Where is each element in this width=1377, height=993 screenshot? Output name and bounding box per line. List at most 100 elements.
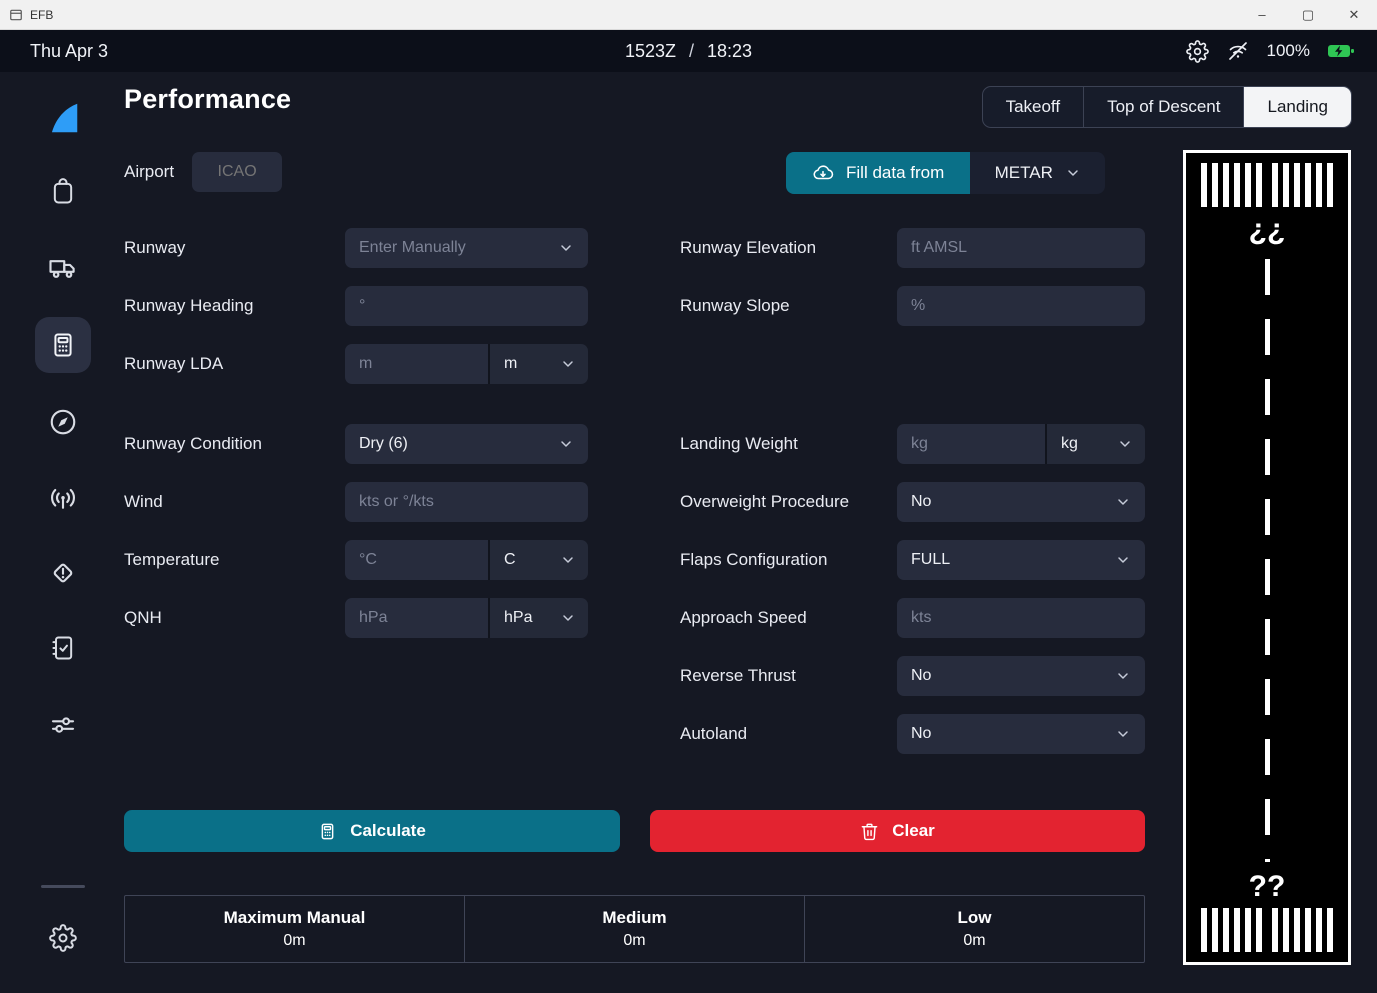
sidebar-item-comms[interactable] — [35, 471, 91, 527]
runway-lda-label: Runway LDA — [124, 354, 345, 374]
chevron-down-icon — [560, 356, 576, 372]
runway-number-far: ¿¿ — [1186, 215, 1348, 245]
chevron-down-icon — [560, 552, 576, 568]
overweight-procedure-dropdown[interactable]: No — [897, 482, 1145, 522]
sidebar-item-dispatch[interactable] — [35, 164, 91, 220]
sidebar-item-checklists[interactable] — [35, 620, 91, 676]
landing-weight-unit-value: kg — [1061, 435, 1078, 453]
approach-speed-input[interactable] — [897, 598, 1145, 638]
clear-button[interactable]: Clear — [650, 810, 1145, 852]
sidebar-item-presets[interactable] — [35, 697, 91, 753]
flaps-configuration-dropdown[interactable]: FULL — [897, 540, 1145, 580]
calculate-label: Calculate — [350, 821, 426, 841]
airport-icao-input[interactable] — [192, 152, 282, 192]
runway-condition-dropdown[interactable]: Dry (6) — [345, 424, 588, 464]
result-label: Low — [958, 908, 992, 928]
tab-top-of-descent[interactable]: Top of Descent — [1083, 87, 1243, 127]
reverse-thrust-value: No — [911, 667, 931, 685]
landing-weight-unit-dropdown[interactable]: kg — [1045, 424, 1145, 464]
runway-value: Enter Manually — [359, 239, 466, 257]
chevron-down-icon — [560, 610, 576, 626]
runway-graphic: ¿¿ ?? — [1183, 150, 1351, 965]
runway-heading-label: Runway Heading — [124, 296, 345, 316]
chevron-down-icon — [1065, 165, 1081, 181]
runway-threshold-stripes-top — [1186, 153, 1348, 207]
tab-takeoff[interactable]: Takeoff — [983, 87, 1084, 127]
chevron-down-icon — [558, 436, 574, 452]
app-icon — [9, 8, 23, 22]
autoland-dropdown[interactable]: No — [897, 714, 1145, 754]
status-clock: 1523Z / 18:23 — [625, 41, 752, 62]
chevron-down-icon — [1115, 726, 1131, 742]
chevron-down-icon — [1115, 552, 1131, 568]
qnh-unit-value: hPa — [504, 609, 532, 627]
window-title: EFB — [30, 8, 53, 22]
fill-source-dropdown[interactable]: METAR — [970, 152, 1105, 194]
fill-data-button[interactable]: Fill data from — [786, 152, 970, 194]
chevron-down-icon — [1115, 668, 1131, 684]
runway-threshold-stripes-bottom — [1186, 908, 1348, 962]
flaps-configuration-label: Flaps Configuration — [680, 550, 897, 570]
fill-source-value: METAR — [995, 163, 1053, 183]
chevron-down-icon — [1117, 436, 1133, 452]
runway-heading-input[interactable] — [345, 286, 588, 326]
page-title: Performance — [124, 84, 291, 115]
tab-landing[interactable]: Landing — [1243, 87, 1351, 127]
sidebar-item-settings[interactable] — [35, 910, 91, 966]
result-value: 0m — [283, 932, 305, 950]
calculator-icon — [318, 822, 337, 841]
battery-charging-icon — [1327, 41, 1355, 61]
minimize-button[interactable]: – — [1239, 0, 1285, 29]
battery-percentage: 100% — [1267, 41, 1310, 61]
wifi-off-icon[interactable] — [1226, 39, 1250, 63]
overweight-procedure-value: No — [911, 493, 931, 511]
sidebar-item-performance[interactable] — [35, 317, 91, 373]
temperature-input[interactable] — [345, 540, 488, 580]
landing-weight-label: Landing Weight — [680, 434, 897, 454]
result-medium: Medium 0m — [464, 896, 804, 962]
flaps-configuration-value: FULL — [911, 551, 950, 569]
airport-label: Airport — [124, 162, 174, 182]
qnh-label: QNH — [124, 608, 345, 628]
result-label: Maximum Manual — [224, 908, 366, 928]
clear-label: Clear — [892, 821, 935, 841]
results-table: Maximum Manual 0m Medium 0m Low 0m — [124, 895, 1145, 963]
os-titlebar: EFB – ▢ ✕ — [0, 0, 1377, 30]
qnh-input[interactable] — [345, 598, 488, 638]
calculate-button[interactable]: Calculate — [124, 810, 620, 852]
runway-condition-label: Runway Condition — [124, 434, 345, 454]
maximize-button[interactable]: ▢ — [1285, 0, 1331, 29]
overweight-procedure-label: Overweight Procedure — [680, 492, 897, 512]
efb-window: EFB – ▢ ✕ Thu Apr 3 1523Z / 18:23 100% — [0, 0, 1377, 993]
temperature-unit-value: C — [504, 551, 516, 569]
close-button[interactable]: ✕ — [1331, 0, 1377, 29]
runway-lda-unit-dropdown[interactable]: m — [488, 344, 588, 384]
temperature-unit-dropdown[interactable]: C — [488, 540, 588, 580]
temperature-label: Temperature — [124, 550, 345, 570]
performance-tabs: Takeoff Top of Descent Landing — [982, 86, 1352, 128]
status-date: Thu Apr 3 — [30, 41, 108, 62]
runway-lda-input[interactable] — [345, 344, 488, 384]
settings-icon[interactable] — [1186, 40, 1209, 63]
wind-input[interactable] — [345, 482, 588, 522]
landing-weight-input[interactable] — [897, 424, 1045, 464]
runway-elevation-input[interactable] — [897, 228, 1145, 268]
runway-elevation-label: Runway Elevation — [680, 238, 897, 258]
autoland-value: No — [911, 725, 931, 743]
runway-condition-value: Dry (6) — [359, 435, 408, 453]
sidebar-item-navigation[interactable] — [35, 394, 91, 450]
trash-icon — [860, 822, 879, 841]
qnh-unit-dropdown[interactable]: hPa — [488, 598, 588, 638]
sidebar-item-ground-services[interactable] — [35, 240, 91, 296]
chevron-down-icon — [1115, 494, 1131, 510]
runway-label: Runway — [124, 238, 345, 258]
reverse-thrust-dropdown[interactable]: No — [897, 656, 1145, 696]
sidebar-item-failures[interactable] — [35, 545, 91, 601]
runway-centerline — [1265, 259, 1270, 862]
reverse-thrust-label: Reverse Thrust — [680, 666, 897, 686]
result-low: Low 0m — [804, 896, 1144, 962]
runway-dropdown[interactable]: Enter Manually — [345, 228, 588, 268]
approach-speed-label: Approach Speed — [680, 608, 897, 628]
status-bar: Thu Apr 3 1523Z / 18:23 100% — [0, 30, 1377, 72]
runway-slope-input[interactable] — [897, 286, 1145, 326]
